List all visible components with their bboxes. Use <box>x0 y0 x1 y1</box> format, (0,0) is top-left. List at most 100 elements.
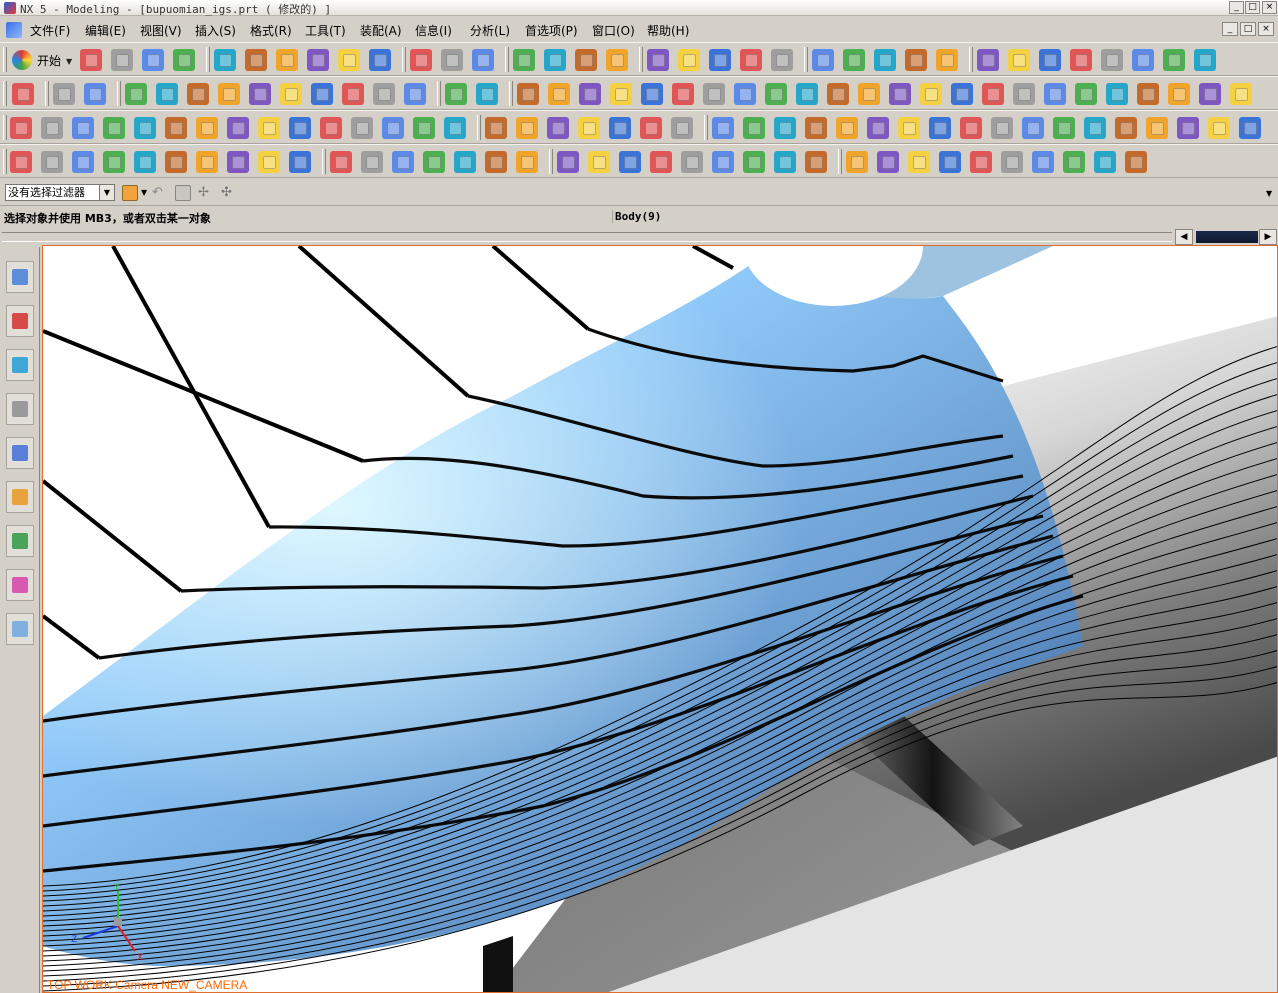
toolbar-tool-icon[interactable] <box>227 151 249 173</box>
toolbar-tool-icon[interactable] <box>678 49 700 71</box>
toolbar-tool-icon[interactable] <box>454 151 476 173</box>
toolbar-tool-icon[interactable] <box>970 151 992 173</box>
toolbar-tool-icon[interactable] <box>134 151 156 173</box>
toolbar-tool-icon[interactable] <box>836 117 858 139</box>
snap-point-icon[interactable]: ✢ <box>198 185 214 201</box>
toolbar-tool-icon[interactable] <box>53 83 75 105</box>
toolbar-tool-icon[interactable] <box>858 83 880 105</box>
toolbar-tool-icon[interactable] <box>1053 117 1075 139</box>
assembly-navigator-icon[interactable] <box>6 261 34 293</box>
roles-icon[interactable] <box>6 481 34 513</box>
toolbar-tool-icon[interactable] <box>258 151 280 173</box>
toolbar-tool-icon[interactable] <box>485 151 507 173</box>
toolbar-tool-icon[interactable] <box>84 83 106 105</box>
toolbar-tool-icon[interactable] <box>672 83 694 105</box>
toolbar-tool-icon[interactable] <box>609 117 631 139</box>
toolbar-tool-icon[interactable] <box>867 117 889 139</box>
toolbar-tool-icon[interactable] <box>476 83 498 105</box>
toolbar-tool-icon[interactable] <box>1013 83 1035 105</box>
toolbar-tool-icon[interactable] <box>311 83 333 105</box>
toolbar-tool-icon[interactable] <box>588 151 610 173</box>
toolbar-tool-icon[interactable] <box>382 117 404 139</box>
toolbar-tool-icon[interactable] <box>805 151 827 173</box>
menu-file[interactable]: 文件(F) <box>30 22 70 39</box>
toolbar-tool-icon[interactable] <box>485 117 507 139</box>
toolbar-tool-icon[interactable] <box>103 117 125 139</box>
start-button[interactable]: 开始 ▼ <box>10 47 74 73</box>
toolbar-tool-icon[interactable] <box>289 151 311 173</box>
toolbar-tool-icon[interactable] <box>410 49 432 71</box>
toolbar-tool-icon[interactable] <box>165 117 187 139</box>
toolbar-tool-icon[interactable] <box>936 49 958 71</box>
mdi-restore-button[interactable]: □ <box>1240 22 1256 36</box>
selection-filter-dropdown[interactable]: 没有选择过滤器 ▼ <box>5 184 115 201</box>
web-browser-icon[interactable] <box>6 349 34 381</box>
toolbar-tool-icon[interactable] <box>743 117 765 139</box>
toolbar-tool-icon[interactable] <box>743 151 765 173</box>
toolbar-tool-icon[interactable] <box>709 49 731 71</box>
menu-help[interactable]: 帮助(H) <box>647 22 689 39</box>
toolbar-tool-icon[interactable] <box>548 83 570 105</box>
toolbar-tool-icon[interactable] <box>165 151 187 173</box>
toolbar-tool-icon[interactable] <box>307 49 329 71</box>
undo-selection-icon[interactable]: ↶ <box>152 185 168 201</box>
toolbar-tool-icon[interactable] <box>517 83 539 105</box>
toolbar-tool-icon[interactable] <box>41 117 63 139</box>
toolbar-tool-icon[interactable] <box>1070 49 1092 71</box>
toolbar-tool-icon[interactable] <box>1032 151 1054 173</box>
toolbar-tool-icon[interactable] <box>441 49 463 71</box>
toolbar-tool-icon[interactable] <box>951 83 973 105</box>
toolbar-tool-icon[interactable] <box>740 49 762 71</box>
toolbar-tool-icon[interactable] <box>342 83 364 105</box>
toolbar-grip[interactable] <box>3 47 7 72</box>
toolbar-tool-icon[interactable] <box>227 117 249 139</box>
scroll-left-icon[interactable]: ◀ <box>1175 229 1193 245</box>
mdi-close-button[interactable]: × <box>1258 22 1274 36</box>
toolbar-tool-icon[interactable] <box>245 49 267 71</box>
toolbar-tool-icon[interactable] <box>111 49 133 71</box>
toolbar-tool-icon[interactable] <box>703 83 725 105</box>
toolbar-tool-icon[interactable] <box>1230 83 1252 105</box>
toolbar-tool-icon[interactable] <box>544 49 566 71</box>
part-navigator-icon[interactable] <box>6 305 34 337</box>
toolbar-tool-icon[interactable] <box>1163 49 1185 71</box>
type-filter-icon[interactable] <box>122 185 138 201</box>
menu-tools[interactable]: 工具(T) <box>305 22 346 39</box>
model-view[interactable]: Y Z X <box>43 246 1278 993</box>
toolbar-tool-icon[interactable] <box>619 151 641 173</box>
toolbar-tool-icon[interactable] <box>320 117 342 139</box>
menu-insert[interactable]: 插入(S) <box>195 22 236 39</box>
toolbar-tool-icon[interactable] <box>1044 83 1066 105</box>
toolbar-tool-icon[interactable] <box>1094 151 1116 173</box>
toolbar-tool-icon[interactable] <box>369 49 391 71</box>
toolbar-tool-icon[interactable] <box>361 151 383 173</box>
menu-format[interactable]: 格式(R) <box>250 22 292 39</box>
menu-assemblies[interactable]: 装配(A) <box>360 22 402 39</box>
toolbar-tool-icon[interactable] <box>41 151 63 173</box>
toolbar-tool-icon[interactable] <box>351 117 373 139</box>
toolbar-tool-icon[interactable] <box>843 49 865 71</box>
toolbar-tool-icon[interactable] <box>681 151 703 173</box>
toolbar-tool-icon[interactable] <box>249 83 271 105</box>
scroll-right-icon[interactable]: ▶ <box>1259 229 1277 245</box>
toolbar-tool-icon[interactable] <box>1208 117 1230 139</box>
scroll-track[interactable] <box>2 232 1172 242</box>
toolbar-tool-icon[interactable] <box>650 151 672 173</box>
toolbar-tool-icon[interactable] <box>513 49 535 71</box>
toolbar-grip[interactable] <box>3 81 7 106</box>
toolbar-tool-icon[interactable] <box>982 83 1004 105</box>
menu-preferences[interactable]: 首选项(P) <box>525 22 578 39</box>
toolbar-tool-icon[interactable] <box>423 151 445 173</box>
toolbar-tool-icon[interactable] <box>991 117 1013 139</box>
toolbar-tool-icon[interactable] <box>827 83 849 105</box>
toolbar-tool-icon[interactable] <box>1194 49 1216 71</box>
toolbar-tool-icon[interactable] <box>516 117 538 139</box>
toolbar-tool-icon[interactable] <box>1001 151 1023 173</box>
horizontal-scrollbar[interactable]: ◀ ▶ <box>0 229 1278 245</box>
toolbar-tool-icon[interactable] <box>156 83 178 105</box>
toolbar-tool-icon[interactable] <box>1106 83 1128 105</box>
toolbar-tool-icon[interactable] <box>80 49 102 71</box>
toolbar-tool-icon[interactable] <box>641 83 663 105</box>
toolbar-tool-icon[interactable] <box>10 151 32 173</box>
select-all-icon[interactable] <box>175 185 191 201</box>
